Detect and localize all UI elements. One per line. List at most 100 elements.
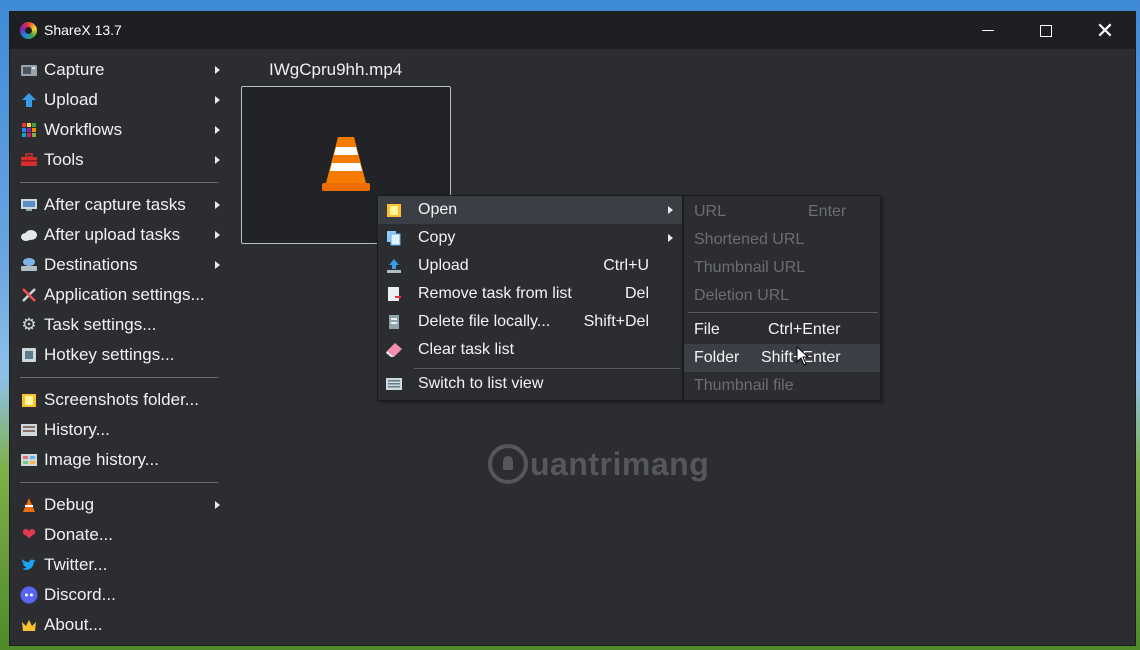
- sub-label: Thumbnail URL: [694, 259, 806, 276]
- menu-hotkey-settings[interactable]: Hotkey settings...: [10, 340, 220, 370]
- main-menu-sidebar: Capture Upload Workflows Tools After cap…: [10, 55, 220, 640]
- sub-label: File: [694, 321, 720, 338]
- menu-label: Capture: [44, 60, 105, 79]
- menu-twitter[interactable]: Twitter...: [10, 550, 220, 580]
- sub-folder[interactable]: Folder Shift+Enter: [684, 344, 880, 372]
- menu-label: History...: [44, 420, 110, 439]
- menu-tools[interactable]: Tools: [10, 145, 220, 175]
- submenu-arrow-icon: [215, 261, 220, 269]
- heart-icon: ❤: [21, 525, 37, 544]
- menu-after-capture-tasks[interactable]: After capture tasks: [10, 190, 220, 220]
- sub-shortcut: Ctrl+Enter: [768, 321, 841, 338]
- trash-file-icon: [385, 313, 403, 331]
- remove-doc-icon: [385, 285, 403, 303]
- ctx-label: Clear task list: [418, 341, 515, 358]
- sub-label: Folder: [694, 349, 740, 366]
- twitter-bird-icon: [20, 557, 38, 573]
- menu-label: About...: [44, 615, 103, 634]
- menu-upload[interactable]: Upload: [10, 85, 220, 115]
- menu-separator: [20, 182, 218, 183]
- task-context-menu: Open Copy Upload Ctrl+U Remove task from…: [377, 195, 683, 401]
- ctx-label: Delete file locally...: [418, 313, 551, 330]
- menu-discord[interactable]: Discord...: [10, 580, 220, 610]
- sub-shortcut: Enter: [808, 203, 847, 220]
- window-title: ShareX 13.7: [44, 22, 122, 38]
- menu-history[interactable]: History...: [10, 415, 220, 445]
- upload-arrow-icon: [20, 92, 38, 108]
- menu-label: Hotkey settings...: [44, 345, 175, 364]
- submenu-arrow-icon: [215, 66, 220, 74]
- copy-icon: [385, 229, 403, 247]
- close-button[interactable]: ✕: [1076, 12, 1134, 49]
- menu-label: Task settings...: [44, 315, 157, 334]
- ctx-open[interactable]: Open: [378, 196, 682, 224]
- maximize-button[interactable]: [1017, 12, 1075, 49]
- menu-after-upload-tasks[interactable]: After upload tasks: [10, 220, 220, 250]
- keyboard-key-icon: [20, 347, 38, 363]
- sub-file[interactable]: File Ctrl+Enter: [684, 316, 880, 344]
- menu-label: Debug: [44, 495, 95, 514]
- sub-deletion-url[interactable]: Deletion URL: [684, 282, 880, 310]
- menu-task-settings[interactable]: ⚙ Task settings...: [10, 310, 220, 340]
- sub-label: Thumbnail file: [694, 377, 794, 394]
- folder-icon: [20, 392, 38, 408]
- ctx-shortcut: Ctrl+U: [603, 257, 649, 274]
- sub-label: Shortened URL: [694, 231, 805, 248]
- ctx-label: Remove task from list: [418, 285, 572, 302]
- ctx-shortcut: Del: [624, 285, 649, 302]
- mouse-cursor-icon: [796, 346, 810, 366]
- vlc-cone-icon: [322, 137, 370, 191]
- menu-label: Upload: [44, 90, 98, 109]
- menu-capture[interactable]: Capture: [10, 55, 220, 85]
- ctx-label: Upload: [418, 257, 469, 274]
- ctx-copy[interactable]: Copy: [378, 224, 682, 252]
- menu-label: Workflows: [44, 120, 123, 139]
- menu-label: Screenshots folder...: [44, 390, 199, 409]
- menu-label: Image history...: [44, 450, 159, 469]
- menu-screenshots-folder[interactable]: Screenshots folder...: [10, 385, 220, 415]
- menu-image-history[interactable]: Image history...: [10, 445, 220, 475]
- sub-label: URL: [694, 203, 727, 220]
- minimize-button[interactable]: [959, 12, 1017, 49]
- gear-icon: ⚙: [21, 315, 37, 334]
- crown-icon: [20, 617, 38, 633]
- close-icon: ✕: [1095, 17, 1115, 43]
- menu-label: Destinations: [44, 255, 138, 274]
- menu-label: Donate...: [44, 525, 113, 544]
- sub-thumbnail-file[interactable]: Thumbnail file: [684, 372, 880, 400]
- history-list-icon: [20, 422, 38, 438]
- open-submenu: URL Enter Shortened URL Thumbnail URL De…: [683, 195, 881, 401]
- menu-separator: [20, 482, 218, 483]
- menu-about[interactable]: About...: [10, 610, 220, 640]
- ctx-remove-task[interactable]: Remove task from list Del: [378, 280, 682, 308]
- menu-label: Application settings...: [44, 285, 205, 304]
- menu-workflows[interactable]: Workflows: [10, 115, 220, 145]
- watermark-logo: uantrimang: [488, 444, 709, 484]
- task-filename[interactable]: IWgCpru9hh.mp4: [269, 60, 402, 80]
- title-bar[interactable]: ShareX 13.7 ✕: [10, 12, 1135, 49]
- watermark-text: uantrimang: [530, 445, 710, 482]
- submenu-arrow-icon: [215, 156, 220, 164]
- sub-url[interactable]: URL Enter: [684, 198, 880, 226]
- ctx-delete-file[interactable]: Delete file locally... Shift+Del: [378, 308, 682, 336]
- ctx-clear-task-list[interactable]: Clear task list: [378, 336, 682, 364]
- submenu-arrow-icon: [668, 206, 673, 214]
- ctx-shortcut: Shift+Del: [583, 313, 649, 330]
- maximize-icon: [1040, 24, 1052, 37]
- menu-destinations[interactable]: Destinations: [10, 250, 220, 280]
- sub-label: Deletion URL: [694, 287, 790, 304]
- ctx-switch-list-view[interactable]: Switch to list view: [378, 370, 682, 398]
- menu-label: Discord...: [44, 585, 116, 604]
- sharex-logo-icon: [20, 22, 37, 39]
- sub-thumbnail-url[interactable]: Thumbnail URL: [684, 254, 880, 282]
- submenu-arrow-icon: [215, 231, 220, 239]
- upload-tray-icon: [385, 257, 403, 275]
- ctx-upload[interactable]: Upload Ctrl+U: [378, 252, 682, 280]
- image-grid-icon: [20, 452, 38, 468]
- sub-shortened-url[interactable]: Shortened URL: [684, 226, 880, 254]
- menu-debug[interactable]: Debug: [10, 490, 220, 520]
- minimize-icon: [982, 30, 994, 31]
- menu-donate[interactable]: ❤ Donate...: [10, 520, 220, 550]
- open-folder-icon: [385, 201, 403, 219]
- menu-application-settings[interactable]: Application settings...: [10, 280, 220, 310]
